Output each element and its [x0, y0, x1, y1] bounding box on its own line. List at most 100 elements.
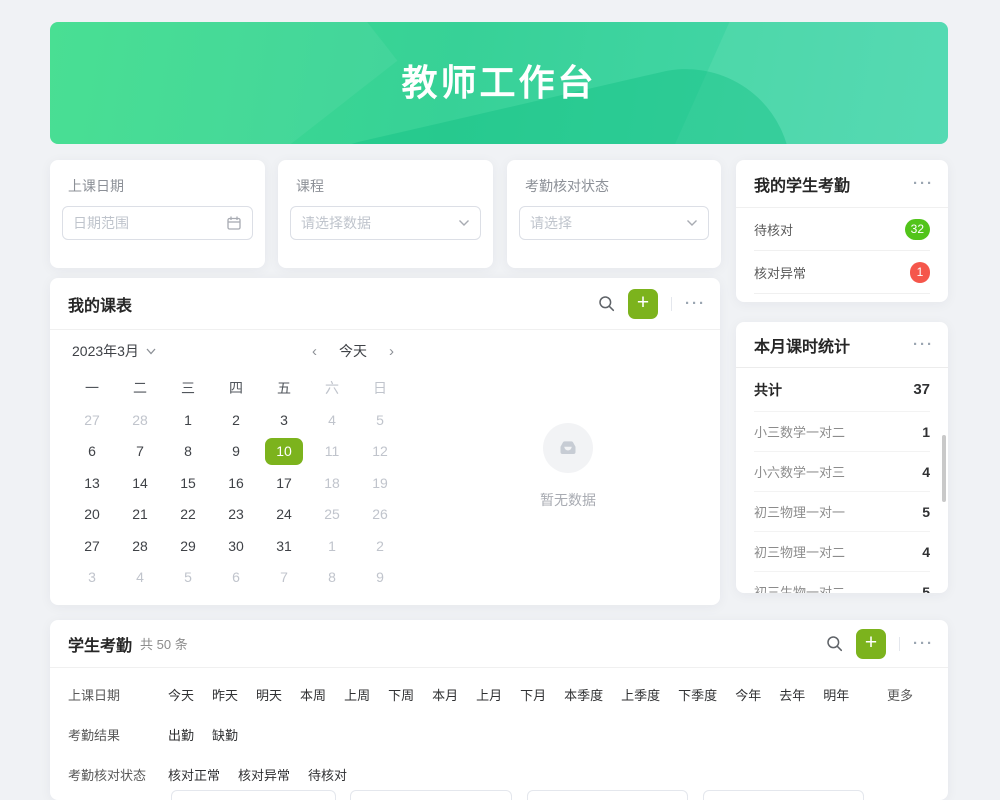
calendar-day[interactable]: 29: [164, 530, 212, 562]
course-select[interactable]: [290, 206, 481, 240]
calendar-day[interactable]: 5: [356, 404, 404, 436]
more-icon[interactable]: ···: [913, 636, 934, 651]
calendar-day[interactable]: 3: [68, 562, 116, 594]
monthly-hours-card: 本月课时统计 ··· 共计37小三数学一对二1小六数学一对三4初三物理一对一5初…: [736, 322, 948, 593]
calendar-day[interactable]: 26: [356, 499, 404, 531]
calendar-day[interactable]: 18: [308, 467, 356, 499]
student-attendance-list-card: 学生考勤 共 50 条 + ··· 上课日期今天昨天明天本周上周下周本月上月下月…: [50, 620, 948, 800]
filter-option[interactable]: 本季度: [564, 685, 603, 704]
more-filters-link[interactable]: 更多: [887, 685, 913, 704]
calendar-day[interactable]: 20: [68, 499, 116, 531]
chevron-down-icon: [686, 219, 698, 227]
stat-name: 初三生物一对二: [754, 582, 845, 593]
calendar-day[interactable]: 24: [260, 499, 308, 531]
filter-option[interactable]: 下月: [520, 685, 546, 704]
filter-option[interactable]: 待核对: [308, 765, 347, 784]
calendar-day[interactable]: 4: [308, 404, 356, 436]
calendar-day[interactable]: 7: [260, 562, 308, 594]
filter-option[interactable]: 去年: [779, 685, 805, 704]
calendar-day[interactable]: 22: [164, 499, 212, 531]
filter-option[interactable]: 核对正常: [168, 765, 220, 784]
search-icon[interactable]: [598, 295, 615, 312]
calendar-day[interactable]: 28: [116, 404, 164, 436]
filter-option[interactable]: 出勤: [168, 725, 194, 744]
calendar-day[interactable]: 31: [260, 530, 308, 562]
calendar-day[interactable]: 23: [212, 499, 260, 531]
calendar-day[interactable]: 4: [116, 562, 164, 594]
add-button[interactable]: +: [856, 629, 886, 659]
stat-value: 5: [922, 504, 930, 520]
filter-option[interactable]: 昨天: [212, 685, 238, 704]
calendar-day[interactable]: 14: [116, 467, 164, 499]
scrollbar-thumb[interactable]: [942, 435, 946, 502]
pending-count-badge: 32: [905, 219, 930, 240]
calendar-day[interactable]: 6: [68, 436, 116, 468]
calendar-day-selected[interactable]: 10: [265, 438, 303, 465]
calendar-grid: 2728123456789101112131415161718192021222…: [68, 404, 404, 593]
calendar-day[interactable]: 13: [68, 467, 116, 499]
filter-option[interactable]: 上月: [476, 685, 502, 704]
filter-input-box[interactable]: [527, 790, 688, 800]
more-icon[interactable]: ···: [913, 337, 934, 352]
calendar-day[interactable]: 17: [260, 467, 308, 499]
check-status-select[interactable]: [519, 206, 709, 240]
stat-row: 初三物理一对一5: [754, 492, 930, 532]
filter-option[interactable]: 上季度: [621, 685, 660, 704]
calendar-day[interactable]: 25: [308, 499, 356, 531]
calendar-day[interactable]: 27: [68, 404, 116, 436]
calendar-day[interactable]: 9: [212, 436, 260, 468]
next-month-button[interactable]: ›: [389, 343, 394, 360]
calendar-day[interactable]: 6: [212, 562, 260, 594]
stat-row: 初三生物一对二5: [754, 572, 930, 593]
filter-input-box[interactable]: [350, 790, 512, 800]
empty-state-circle: [543, 423, 593, 473]
more-icon[interactable]: ···: [913, 176, 934, 191]
calendar-day[interactable]: 30: [212, 530, 260, 562]
calendar-day[interactable]: 1: [308, 530, 356, 562]
calendar-day[interactable]: 15: [164, 467, 212, 499]
more-icon[interactable]: ···: [685, 296, 706, 311]
add-button[interactable]: +: [628, 289, 658, 319]
filter-option[interactable]: 今年: [735, 685, 761, 704]
today-button[interactable]: 今天: [339, 341, 367, 361]
filter-option[interactable]: 本月: [432, 685, 458, 704]
calendar-day[interactable]: 2: [212, 404, 260, 436]
course-select-field[interactable]: [301, 215, 458, 231]
calendar-day[interactable]: 7: [116, 436, 164, 468]
calendar-day[interactable]: 5: [164, 562, 212, 594]
filter-option[interactable]: 明年: [823, 685, 849, 704]
filter-option[interactable]: 今天: [168, 685, 194, 704]
date-range-input[interactable]: [62, 206, 253, 240]
summary-row-pending[interactable]: 待核对 32: [754, 208, 930, 251]
calendar-day[interactable]: 3: [260, 404, 308, 436]
search-icon[interactable]: [826, 635, 843, 652]
calendar-day[interactable]: 8: [308, 562, 356, 594]
month-select[interactable]: 2023年3月: [72, 341, 156, 361]
filter-input-box[interactable]: [171, 790, 336, 800]
calendar-day[interactable]: 27: [68, 530, 116, 562]
date-range-field[interactable]: [73, 215, 226, 231]
filter-option[interactable]: 本周: [300, 685, 326, 704]
calendar-day[interactable]: 1: [164, 404, 212, 436]
summary-row-abnormal[interactable]: 核对异常 1: [754, 251, 930, 294]
summary-label: 待核对: [754, 220, 793, 239]
filter-option[interactable]: 下周: [388, 685, 414, 704]
filter-option[interactable]: 上周: [344, 685, 370, 704]
calendar-day[interactable]: 12: [356, 436, 404, 468]
calendar-day[interactable]: 9: [356, 562, 404, 594]
prev-month-button[interactable]: ‹: [312, 343, 317, 360]
filter-row-label: 考勤核对状态: [68, 765, 168, 784]
filter-option[interactable]: 明天: [256, 685, 282, 704]
calendar-day[interactable]: 2: [356, 530, 404, 562]
filter-option[interactable]: 缺勤: [212, 725, 238, 744]
filter-input-box[interactable]: [703, 790, 864, 800]
check-status-select-field[interactable]: [530, 215, 686, 231]
filter-option[interactable]: 下季度: [678, 685, 717, 704]
calendar-day[interactable]: 19: [356, 467, 404, 499]
calendar-day[interactable]: 8: [164, 436, 212, 468]
calendar-day[interactable]: 11: [308, 436, 356, 468]
calendar-day[interactable]: 21: [116, 499, 164, 531]
calendar-day[interactable]: 28: [116, 530, 164, 562]
calendar-day[interactable]: 16: [212, 467, 260, 499]
filter-option[interactable]: 核对异常: [238, 765, 290, 784]
